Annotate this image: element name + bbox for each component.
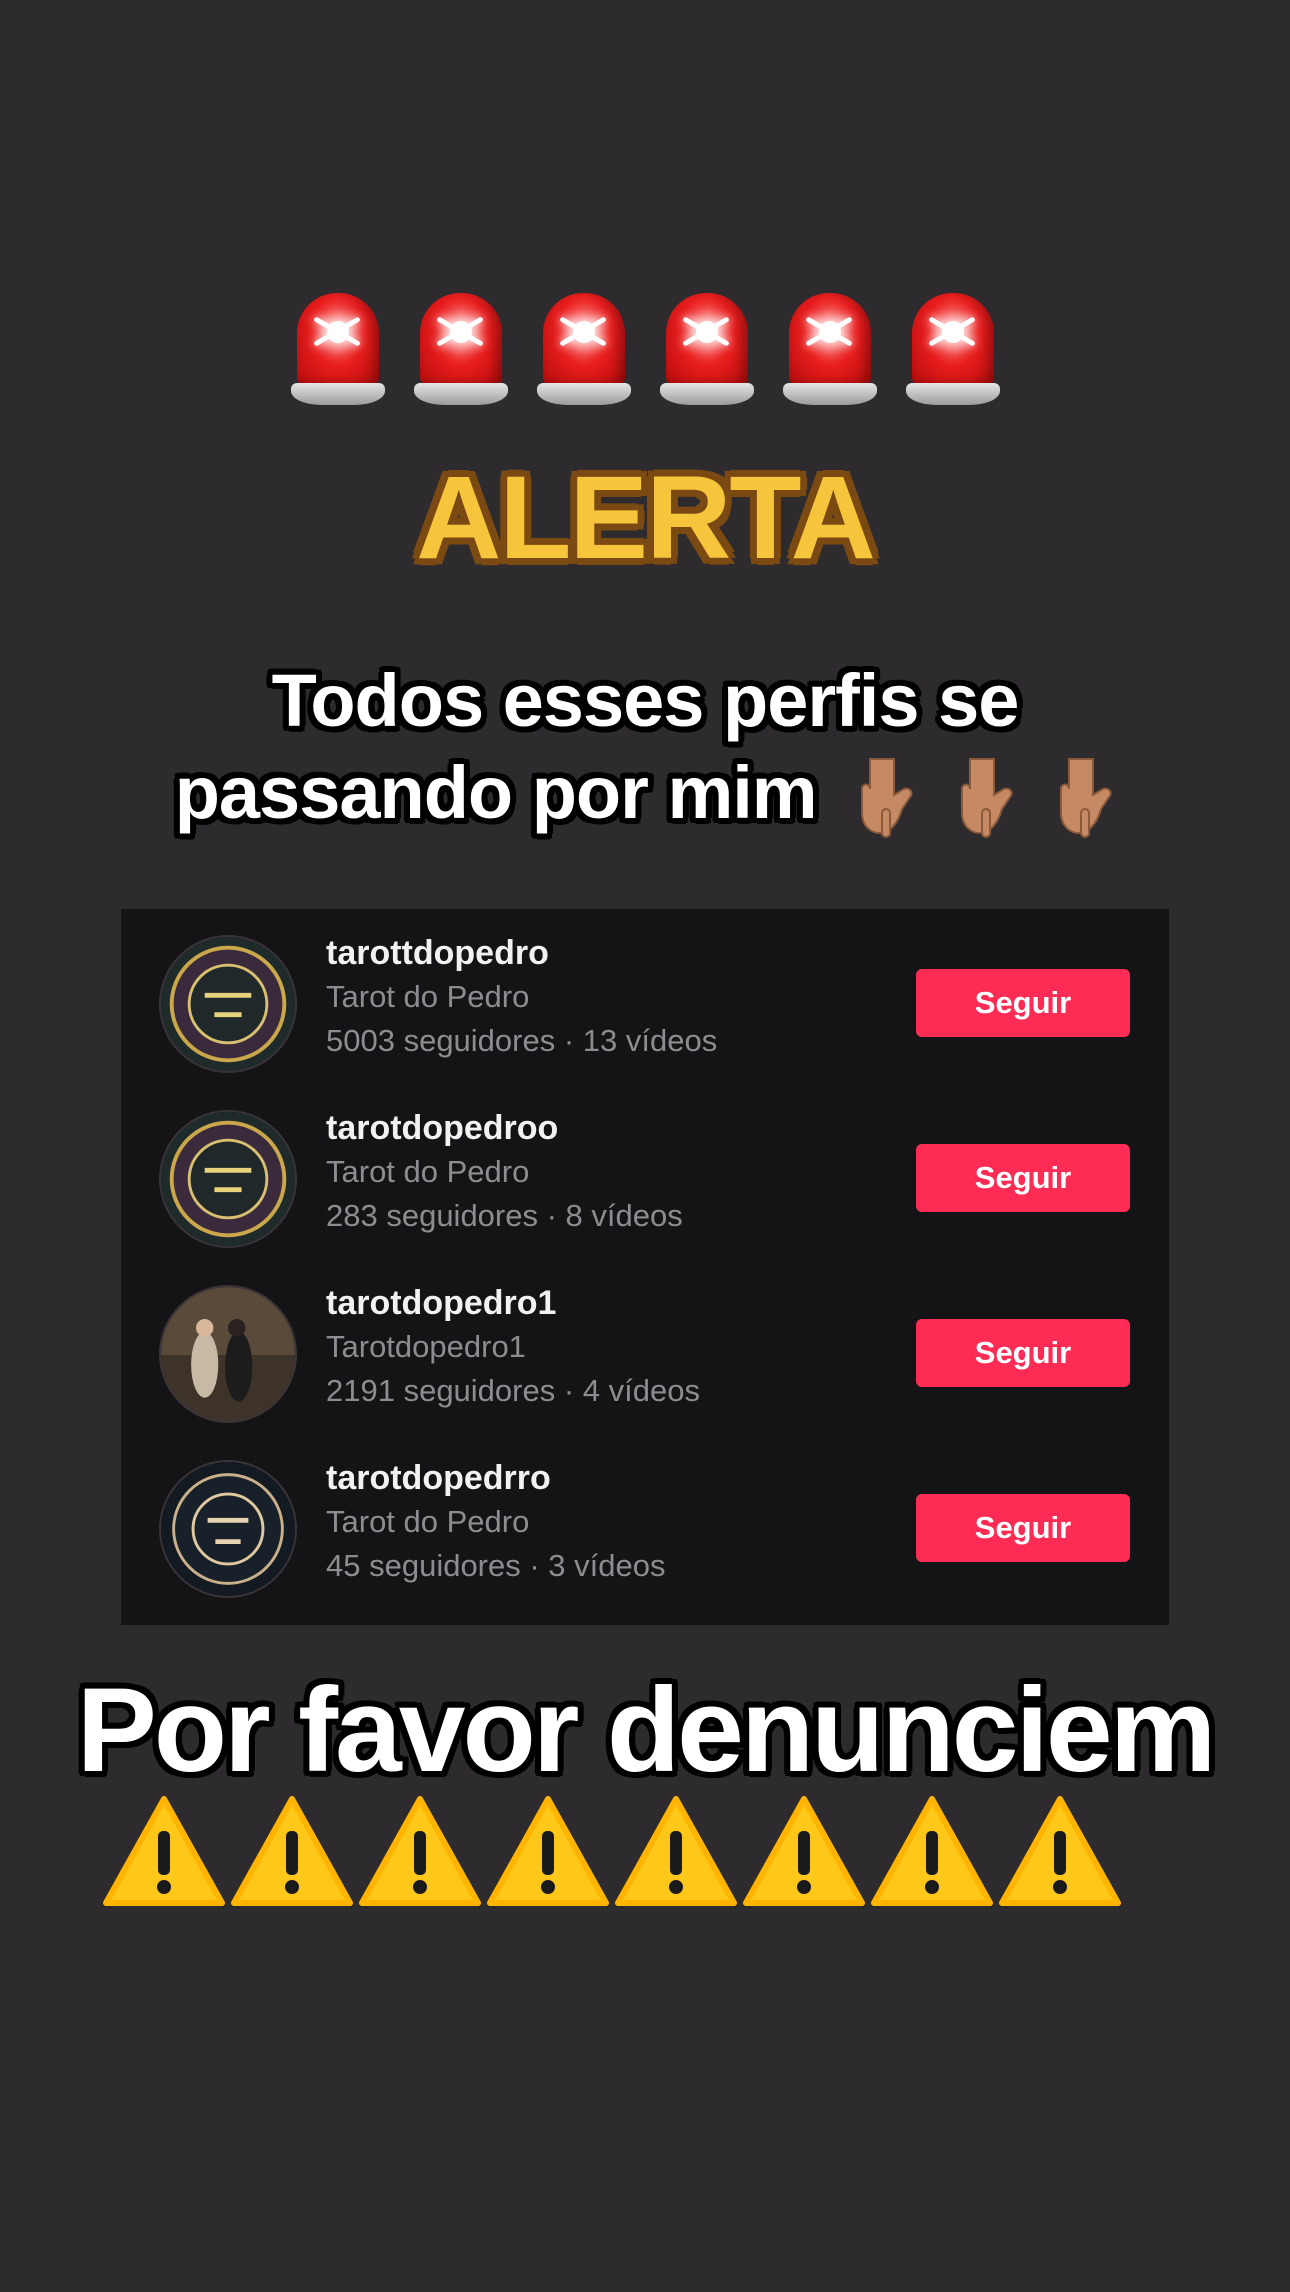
police-light-icon xyxy=(659,285,754,409)
alert-title: ALERTA xyxy=(416,452,876,584)
profile-nickname: Tarot do Pedro xyxy=(326,979,530,1014)
police-light-icon xyxy=(905,285,1000,409)
profile-info: tarotdopedrro Tarot do Pedro 45 seguidor… xyxy=(326,1456,666,1588)
warning-icon xyxy=(612,1793,740,1909)
warning-icon xyxy=(228,1793,356,1909)
profile-stats: 5003 seguidores · 13 vídeos xyxy=(326,1023,718,1058)
profile-nickname: Tarot do Pedro xyxy=(326,1504,530,1539)
warning-row xyxy=(100,1793,1124,1913)
avatar[interactable] xyxy=(159,1285,297,1423)
profile-username[interactable]: tarotdopedro1 xyxy=(326,1281,700,1325)
warning-icon xyxy=(996,1793,1124,1909)
profile-username[interactable]: tarottdopedro xyxy=(326,931,717,975)
warning-icon xyxy=(356,1793,484,1909)
warning-icon xyxy=(868,1793,996,1909)
profile-username[interactable]: tarotdopedroo xyxy=(326,1106,683,1150)
follow-button[interactable]: Seguir xyxy=(916,969,1130,1037)
avatar[interactable] xyxy=(159,1110,297,1248)
avatar[interactable] xyxy=(159,935,297,1073)
siren-row xyxy=(0,285,1290,415)
police-light-icon xyxy=(290,285,385,409)
profile-username[interactable]: tarotdopedrro xyxy=(326,1456,666,1500)
police-light-icon xyxy=(413,285,508,409)
profile-stats: 45 seguidores · 3 vídeos xyxy=(326,1548,666,1583)
list-item[interactable]: tarotdopedroo Tarot do Pedro 283 seguido… xyxy=(121,1084,1169,1259)
warning-icon xyxy=(484,1793,612,1909)
backhand-index-pointing-down-icon xyxy=(1055,757,1115,839)
police-light-icon xyxy=(782,285,877,409)
caption-top-line2: passando por mim xyxy=(174,751,818,834)
follow-button[interactable]: Seguir xyxy=(916,1144,1130,1212)
profile-nickname: Tarotdopedro1 xyxy=(326,1329,526,1364)
caption-top: Todos esses perfis se passando por mim xyxy=(0,655,1290,839)
profile-info: tarottdopedro Tarot do Pedro 5003 seguid… xyxy=(326,931,717,1063)
backhand-index-pointing-down-icon xyxy=(856,757,916,839)
profile-info: tarotdopedro1 Tarotdopedro1 2191 seguido… xyxy=(326,1281,700,1413)
profile-info: tarotdopedroo Tarot do Pedro 283 seguido… xyxy=(326,1106,683,1238)
caption-bottom: Por favor denunciem xyxy=(76,1663,1217,1797)
profile-stats: 2191 seguidores · 4 vídeos xyxy=(326,1373,700,1408)
follow-button[interactable]: Seguir xyxy=(916,1494,1130,1562)
follow-button[interactable]: Seguir xyxy=(916,1319,1130,1387)
profile-stats: 283 seguidores · 8 vídeos xyxy=(326,1198,683,1233)
profile-nickname: Tarot do Pedro xyxy=(326,1154,530,1189)
profile-list: tarottdopedro Tarot do Pedro 5003 seguid… xyxy=(121,909,1169,1625)
list-item[interactable]: tarotdopedrro Tarot do Pedro 45 seguidor… xyxy=(121,1434,1169,1609)
caption-top-line2-wrap: passando por mim xyxy=(0,747,1290,839)
caption-top-line1: Todos esses perfis se xyxy=(271,659,1020,742)
police-light-icon xyxy=(536,285,631,409)
list-item[interactable]: tarotdopedro1 Tarotdopedro1 2191 seguido… xyxy=(121,1259,1169,1434)
avatar[interactable] xyxy=(159,1460,297,1598)
backhand-index-pointing-down-icon xyxy=(956,757,1016,839)
warning-icon xyxy=(740,1793,868,1909)
list-item[interactable]: tarottdopedro Tarot do Pedro 5003 seguid… xyxy=(121,909,1169,1084)
warning-icon xyxy=(100,1793,228,1909)
